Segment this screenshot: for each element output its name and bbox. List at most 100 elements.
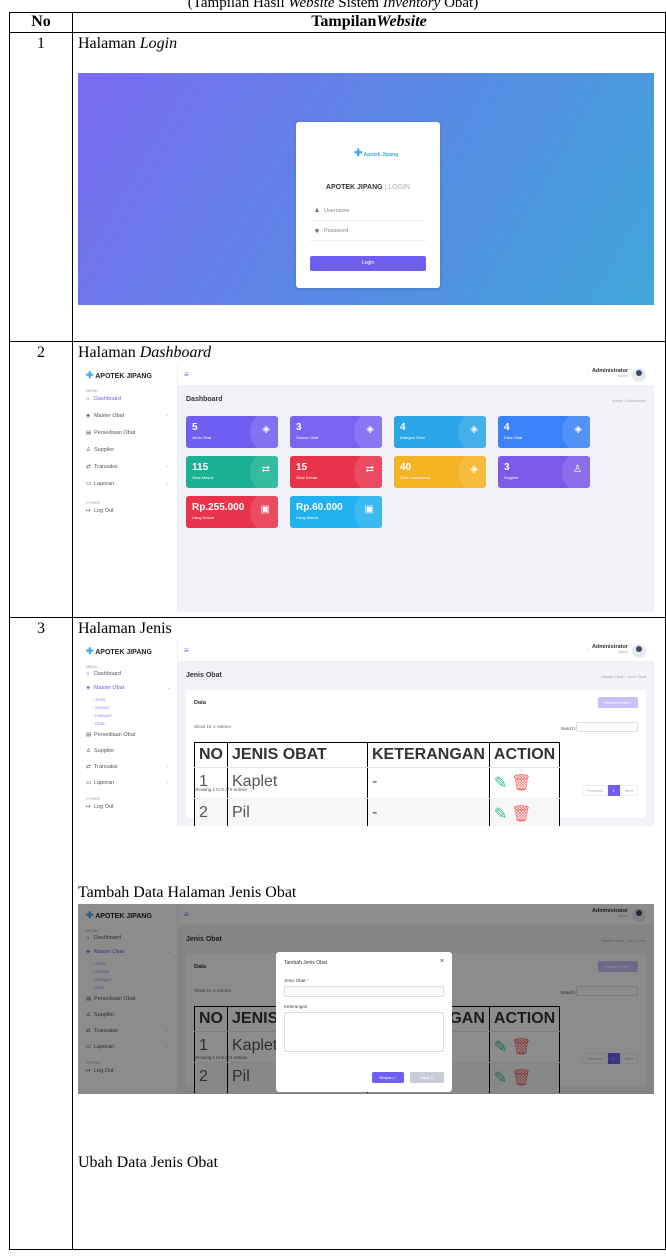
keterangan-textarea[interactable] xyxy=(284,1012,444,1052)
jenis-screenshot: ✚ APOTEK JIPANG MENU ⌂ Dashboard ◈ Master … xyxy=(78,640,654,826)
stat-card[interactable]: Rp.60.000 Uang Masuk ▣ xyxy=(290,496,382,528)
card-value: 3 xyxy=(296,422,302,433)
chevron-right-icon: › xyxy=(166,464,168,470)
plus-icon: ✚ xyxy=(86,370,94,380)
jenis-label: Jenis Obat * xyxy=(284,978,309,983)
admin-name[interactable]: Administrator Admin xyxy=(592,368,628,378)
card-value: 5 xyxy=(192,422,198,433)
menu-heading: MENU xyxy=(86,388,98,393)
modal-title: Tambah Jenis Obat xyxy=(284,960,328,966)
eye-icon: ◉ xyxy=(314,228,320,234)
box-icon: ▤ xyxy=(86,430,92,436)
sidebar-item-persediaan[interactable]: ▤ Persediaan Obat xyxy=(86,430,135,436)
cell-no: 2 xyxy=(194,798,228,826)
stat-card[interactable]: 3 Satuan Obat ◈ xyxy=(290,416,382,448)
chevron-down-icon: ⌄ xyxy=(166,685,171,691)
save-button[interactable]: Simpan ✓ xyxy=(372,1072,404,1083)
cancel-button[interactable]: Batal ✕ xyxy=(410,1072,444,1083)
card-label: Satuan Obat xyxy=(296,435,319,440)
subtitle-tambah: Tambah Data Halaman Jenis Obat xyxy=(78,884,297,901)
card-label: Data Obat xyxy=(504,435,523,440)
home-icon: ⌂ xyxy=(86,396,90,402)
sidebar-item-supplier[interactable]: ♙ Supplier xyxy=(86,748,114,754)
submenu-jenis[interactable]: ◦ Jenis xyxy=(92,697,105,702)
submenu-kategori[interactable]: ◦ Kategori xyxy=(92,713,112,718)
card-value: 4 xyxy=(504,422,510,433)
bell-icon[interactable]: ◌ xyxy=(586,647,590,653)
row-number: 3 xyxy=(9,617,73,1250)
sidebar-item-transaksi[interactable]: ⇄ Transaksi › xyxy=(86,764,168,770)
bell-icon[interactable]: ◌ xyxy=(586,371,590,377)
stat-card[interactable]: 4 Data Obat ◈ xyxy=(498,416,590,448)
login-button[interactable]: Login xyxy=(310,256,426,271)
stat-card[interactable]: 3 Supplier ♙ xyxy=(498,456,590,488)
table-row-dashboard: 2 Halaman Dashboard ✚ APOTEK JIPANG MENU… xyxy=(9,341,666,618)
menu-heading: MENU xyxy=(86,664,98,669)
showing-info: Showing 1 to 5 of 5 entries xyxy=(194,787,248,792)
sidebar: ✚ APOTEK JIPANG MENU ⌂ Dashboard ◈ Master … xyxy=(78,364,178,612)
entries-select[interactable]: Show 10 ∨ entries xyxy=(194,724,231,730)
prev-button[interactable]: Previous xyxy=(581,785,608,796)
sidebar-item-master-obat[interactable]: ◈ Master Obat › xyxy=(86,413,168,419)
stat-card[interactable]: 115 Obat Masuk ⇄ xyxy=(186,456,278,488)
col-keterangan[interactable]: KETERANGAN xyxy=(367,742,490,768)
stat-card[interactable]: 4 Kategori Obat ◈ xyxy=(394,416,486,448)
stat-card[interactable]: 5 Jenis Obat ◈ xyxy=(186,416,278,448)
jenis-main: Jenis Obat Master Obat / Jenis Obat Data… xyxy=(178,662,654,826)
avatar[interactable] xyxy=(632,644,646,658)
stat-card[interactable]: 40 Obat Kadaluarsa ◈ xyxy=(394,456,486,488)
search-input[interactable] xyxy=(576,722,638,732)
sidebar-item-logout[interactable]: ↦ Log Out xyxy=(86,804,114,810)
stat-card[interactable]: Rp.255.000 Uang Keluar ▣ xyxy=(186,496,278,528)
sidebar-item-laporan[interactable]: ▭ Laporan › xyxy=(86,481,168,487)
col-no[interactable]: NO xyxy=(194,742,228,768)
page-button[interactable]: 1 xyxy=(607,785,620,796)
sidebar-item-logout[interactable]: ↦ Log Out xyxy=(86,508,114,514)
submenu-obat[interactable]: ◦ Obat xyxy=(92,721,105,726)
admin-name[interactable]: Administrator Admin xyxy=(592,644,628,654)
card-icon: ♙ xyxy=(573,464,582,475)
card-label: Obat Kadaluarsa xyxy=(400,475,431,480)
user-icon: ♟ xyxy=(314,208,320,214)
card-icon: ◈ xyxy=(470,464,478,475)
sidebar-item-supplier[interactable]: ♙ Supplier xyxy=(86,447,114,453)
menu-toggle-icon[interactable]: ≡ xyxy=(184,370,189,379)
menu-toggle-icon[interactable]: ≡ xyxy=(184,646,189,655)
breadcrumb: Admin / Dashboard xyxy=(611,398,646,403)
sidebar-item-laporan[interactable]: ▭ Laporan › xyxy=(86,780,168,786)
sidebar-item-master-obat[interactable]: ◈ Master Obat ⌄ xyxy=(86,685,171,691)
edit-icon[interactable]: ✎ xyxy=(494,806,507,823)
next-button[interactable]: Next xyxy=(619,785,638,796)
header-no: No xyxy=(9,12,73,33)
sidebar-item-transaksi[interactable]: ⇄ Transaksi › xyxy=(86,464,168,470)
screenshot-table: No TampilanWebsite 1 Halaman Login ✚ Apo… xyxy=(9,12,666,1250)
cell-keterangan: - xyxy=(367,798,490,826)
avatar[interactable] xyxy=(632,368,646,382)
submenu-satuan[interactable]: ◦ Satuan xyxy=(92,705,109,710)
sidebar-item-persediaan[interactable]: ▤ Persediaan Obat xyxy=(86,732,135,738)
dashboard-screenshot: ✚ APOTEK JIPANG MENU ⌂ Dashboard ◈ Master … xyxy=(78,364,654,612)
card-value: 40 xyxy=(400,462,412,473)
sidebar-item-dashboard[interactable]: ⌂ Dashboard xyxy=(86,671,121,677)
close-icon[interactable]: × xyxy=(440,958,444,965)
sidebar-item-dashboard[interactable]: ⌂ Dashboard xyxy=(86,396,121,402)
password-field[interactable]: ◉ Password xyxy=(310,228,426,241)
col-jenis[interactable]: JENIS OBAT xyxy=(227,742,368,768)
cell-action: ✎🗑 xyxy=(488,767,561,799)
username-field[interactable]: ♟ Username xyxy=(310,208,426,221)
card-label: Obat Keluar xyxy=(296,475,318,480)
stat-card[interactable]: 15 Obat Keluar ⇄ xyxy=(290,456,382,488)
dashboard-main: Dashboard Admin / Dashboard 5 Jenis Obat ◈… xyxy=(178,386,654,612)
card-label: Uang Masuk xyxy=(296,515,319,520)
jenis-input[interactable] xyxy=(284,986,444,997)
edit-icon[interactable]: ✎ xyxy=(494,775,507,792)
jenis-table: NO JENIS OBAT KETERANGAN ACTION 1Kaplet-… xyxy=(194,742,561,826)
trash-icon[interactable]: 🗑 xyxy=(511,806,531,823)
chevron-right-icon: › xyxy=(166,481,168,487)
table-row: 1Kaplet-✎🗑 xyxy=(194,767,561,799)
logout-icon: ↦ xyxy=(86,508,91,514)
add-data-button[interactable]: Tambah Data + xyxy=(598,697,638,708)
trash-icon[interactable]: 🗑 xyxy=(511,775,531,792)
plus-icon: ✚ xyxy=(354,148,363,159)
row-content: Halaman Jenis ✚ APOTEK JIPANG MENU ⌂ Dash… xyxy=(72,617,666,1250)
